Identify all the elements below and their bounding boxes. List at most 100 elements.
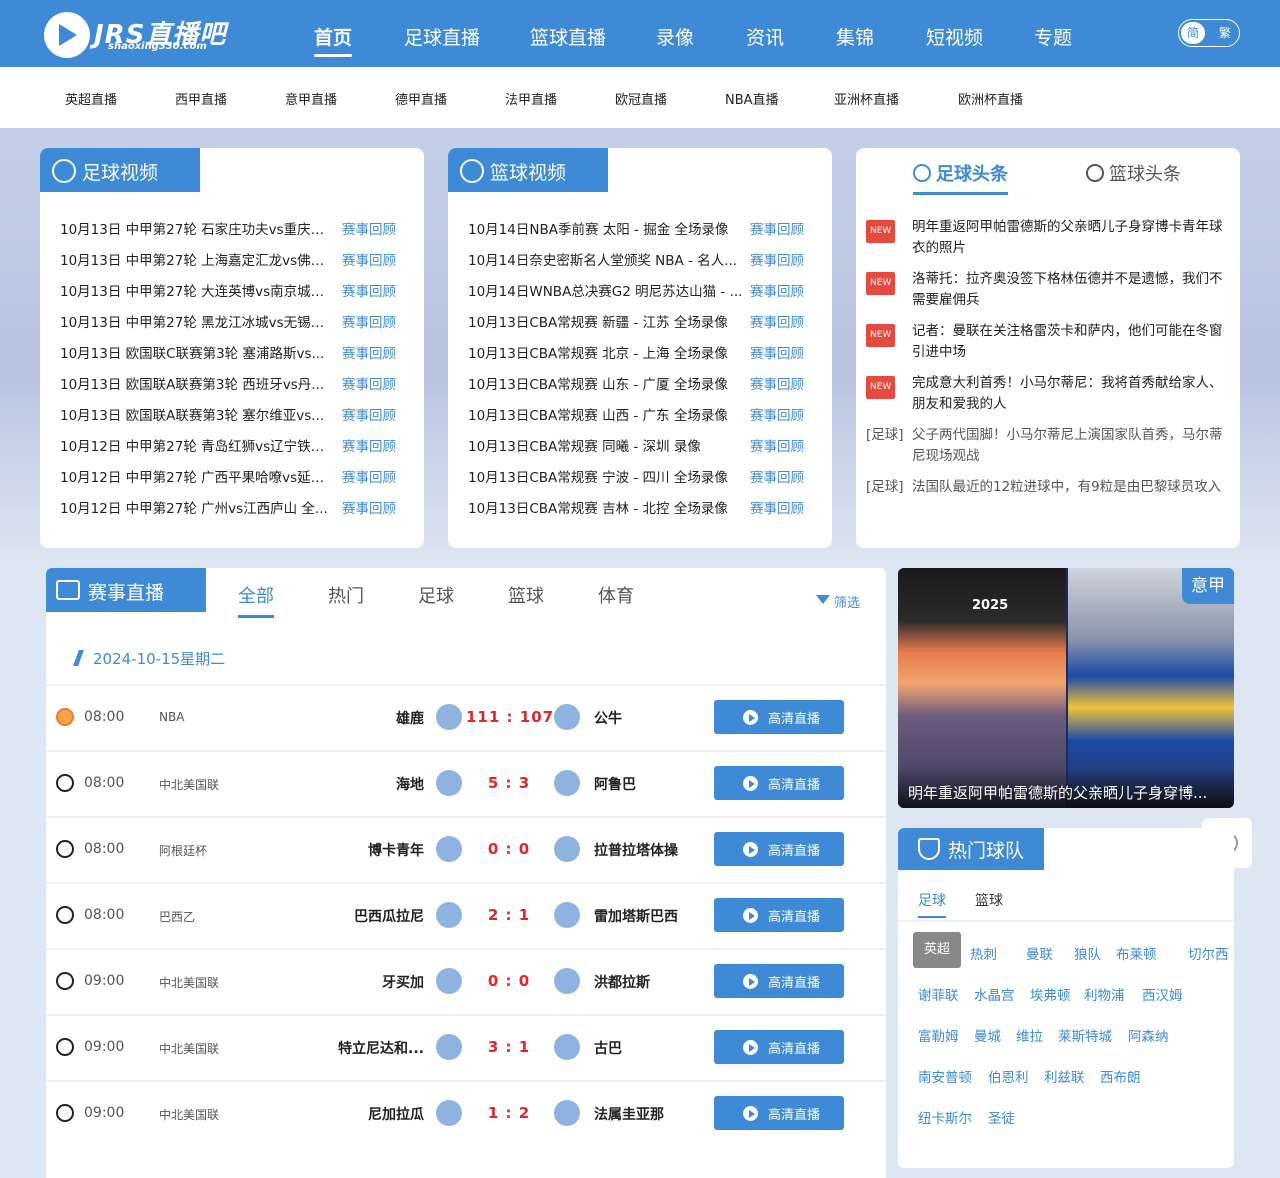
team-link[interactable]: 圣徒 (988, 1107, 1015, 1127)
football-video-row[interactable]: 10月12日 中甲第27轮 广州vs江西庐山 全... 赛事回顾 (60, 497, 396, 517)
replay-link[interactable]: 赛事回顾 (342, 408, 396, 424)
basketball-video-title[interactable]: 10月14日NBA季前赛 太阳 - 掘金 全场录像 (468, 218, 744, 238)
hot-tab-basketball[interactable]: 篮球 (975, 890, 1003, 910)
nav-basketball-live[interactable]: 篮球直播 (530, 23, 606, 50)
basketball-video-title[interactable]: 10月14日WNBA总决赛G2 明尼苏达山猫 - ... (468, 280, 744, 300)
basketball-video-title[interactable]: 10月13日CBA常规赛 山东 - 广厦 全场录像 (468, 373, 744, 393)
basketball-video-row[interactable]: 10月13日CBA常规赛 山东 - 广厦 全场录像 赛事回顾 (468, 373, 804, 393)
hd-live-button[interactable]: 高清直播 (714, 1030, 844, 1064)
football-video-row[interactable]: 10月13日 欧国联C联赛第3轮 塞浦路斯vs... 赛事回顾 (60, 342, 396, 362)
nav-topics[interactable]: 专题 (1034, 23, 1072, 50)
subnav-euro[interactable]: 欧洲杯直播 (958, 89, 1023, 108)
football-video-row[interactable]: 10月13日 欧国联A联赛第3轮 塞尔维亚vs... 赛事回顾 (60, 404, 396, 424)
team-link[interactable]: 西布朗 (1100, 1066, 1141, 1086)
hd-live-button[interactable]: 高清直播 (714, 1096, 844, 1130)
nav-short-video[interactable]: 短视频 (926, 23, 983, 50)
basketball-video-row[interactable]: 10月13日CBA常规赛 山西 - 广东 全场录像 赛事回顾 (468, 404, 804, 424)
subnav-seriea[interactable]: 意甲直播 (285, 89, 337, 108)
football-video-title[interactable]: 10月12日 中甲第27轮 广州vs江西庐山 全... (60, 497, 336, 517)
football-video-title[interactable]: 10月13日 欧国联A联赛第3轮 西班牙vs丹... (60, 373, 336, 393)
team-link[interactable]: 维拉 (1016, 1025, 1043, 1045)
replay-link[interactable]: 赛事回顾 (342, 346, 396, 362)
basketball-video-row[interactable]: 10月14日NBA季前赛 太阳 - 掘金 全场录像 赛事回顾 (468, 218, 804, 238)
team-link[interactable]: 布莱顿 (1116, 943, 1157, 963)
football-video-row[interactable]: 10月12日 中甲第27轮 广西平果哈嘹vs延边... 赛事回顾 (60, 466, 396, 486)
football-video-title[interactable]: 10月13日 中甲第27轮 石家庄功夫vs重庆铜... (60, 218, 336, 238)
subnav-epl[interactable]: 英超直播 (65, 89, 117, 108)
subnav-asian-cup[interactable]: 亚洲杯直播 (834, 89, 899, 108)
basketball-video-title[interactable]: 10月14日奈史密斯名人堂颁奖 NBA - 名人... (468, 249, 744, 269)
replay-link[interactable]: 赛事回顾 (750, 346, 804, 362)
football-video-title[interactable]: 10月12日 中甲第27轮 广西平果哈嘹vs延边... (60, 466, 336, 486)
replay-link[interactable]: 赛事回顾 (750, 284, 804, 300)
replay-link[interactable]: 赛事回顾 (342, 501, 396, 517)
team-link[interactable]: 埃弗顿 (1030, 984, 1071, 1004)
team-link[interactable]: 西汉姆 (1142, 984, 1183, 1004)
lang-traditional[interactable]: 繁 (1219, 24, 1231, 41)
headline-text[interactable]: 洛蒂托：拉齐奥没签下格林伍德并不是遗憾，我们不需要雇佣兵 (912, 269, 1230, 311)
replay-link[interactable]: 赛事回顾 (342, 439, 396, 455)
football-video-row[interactable]: 10月12日 中甲第27轮 青岛红狮vs辽宁铁人... 赛事回顾 (60, 435, 396, 455)
replay-link[interactable]: 赛事回顾 (750, 408, 804, 424)
football-video-title[interactable]: 10月13日 中甲第27轮 上海嘉定汇龙vs佛山... (60, 249, 336, 269)
filter-button[interactable]: 筛选 (816, 592, 860, 611)
team-link[interactable]: 阿森纳 (1128, 1025, 1169, 1045)
hd-live-button[interactable]: 高清直播 (714, 898, 844, 932)
replay-link[interactable]: 赛事回顾 (750, 222, 804, 238)
hd-live-button[interactable]: 高清直播 (714, 766, 844, 800)
basketball-video-row[interactable]: 10月13日CBA常规赛 宁波 - 四川 全场录像 赛事回顾 (468, 466, 804, 486)
subnav-nba[interactable]: NBA直播 (725, 89, 779, 108)
team-link[interactable]: 曼城 (974, 1025, 1001, 1045)
replay-link[interactable]: 赛事回顾 (342, 377, 396, 393)
basketball-video-row[interactable]: 10月14日奈史密斯名人堂颁奖 NBA - 名人... 赛事回顾 (468, 249, 804, 269)
basketball-video-title[interactable]: 10月13日CBA常规赛 宁波 - 四川 全场录像 (468, 466, 744, 486)
replay-link[interactable]: 赛事回顾 (750, 377, 804, 393)
tab-football-headlines[interactable]: 足球头条 (913, 160, 1008, 195)
replay-link[interactable]: 赛事回顾 (750, 439, 804, 455)
lang-simplified[interactable]: 简 (1181, 22, 1205, 44)
league-tag-epl[interactable]: 英超 (913, 932, 961, 968)
site-logo[interactable]: JRS直播吧 shaoxing330.com (44, 10, 225, 60)
language-switch[interactable]: 简 繁 (1178, 19, 1240, 47)
nav-highlights[interactable]: 集锦 (836, 23, 874, 50)
team-link[interactable]: 南安普顿 (918, 1066, 972, 1086)
headline-item[interactable]: [足球] 法国队最近的12粒进球中，有9粒是由巴黎球员攻入 (866, 477, 1230, 498)
tab-sports[interactable]: 体育 (598, 582, 634, 608)
team-link[interactable]: 富勒姆 (918, 1025, 959, 1045)
team-link[interactable]: 谢菲联 (918, 984, 959, 1004)
subnav-ligue1[interactable]: 法甲直播 (505, 89, 557, 108)
replay-link[interactable]: 赛事回顾 (342, 470, 396, 486)
basketball-video-row[interactable]: 10月13日CBA常规赛 同曦 - 深圳 录像 赛事回顾 (468, 435, 804, 455)
team-link[interactable]: 纽卡斯尔 (918, 1107, 972, 1127)
headline-text[interactable]: 记者：曼联在关注格雷茨卡和萨内，他们可能在冬窗引进中场 (912, 321, 1230, 363)
headline-text[interactable]: 父子两代国脚！小马尔蒂尼上演国家队首秀，马尔蒂尼现场观战 (912, 425, 1230, 467)
subnav-bundesliga[interactable]: 德甲直播 (395, 89, 447, 108)
football-video-row[interactable]: 10月13日 中甲第27轮 石家庄功夫vs重庆铜... 赛事回顾 (60, 218, 396, 238)
headline-item[interactable]: NEW 完成意大利首秀！小马尔蒂尼：我将首秀献给家人、朋友和爱我的人 (866, 373, 1230, 415)
replay-link[interactable]: 赛事回顾 (750, 315, 804, 331)
replay-link[interactable]: 赛事回顾 (750, 501, 804, 517)
basketball-video-title[interactable]: 10月13日CBA常规赛 吉林 - 北控 全场录像 (468, 497, 744, 517)
football-video-row[interactable]: 10月13日 中甲第27轮 上海嘉定汇龙vs佛山... 赛事回顾 (60, 249, 396, 269)
football-video-title[interactable]: 10月13日 中甲第27轮 黑龙江冰城vs无锡吴... (60, 311, 336, 331)
nav-news[interactable]: 资讯 (746, 23, 784, 50)
basketball-video-row[interactable]: 10月14日WNBA总决赛G2 明尼苏达山猫 - ... 赛事回顾 (468, 280, 804, 300)
team-link[interactable]: 水晶宫 (974, 984, 1015, 1004)
team-link[interactable]: 利物浦 (1084, 984, 1125, 1004)
replay-link[interactable]: 赛事回顾 (342, 253, 396, 269)
football-video-title[interactable]: 10月12日 中甲第27轮 青岛红狮vs辽宁铁人... (60, 435, 336, 455)
tab-hot[interactable]: 热门 (328, 582, 364, 608)
football-video-title[interactable]: 10月13日 欧国联A联赛第3轮 塞尔维亚vs... (60, 404, 336, 424)
hd-live-button[interactable]: 高清直播 (714, 964, 844, 998)
tab-all[interactable]: 全部 (238, 582, 274, 618)
subnav-ucl[interactable]: 欧冠直播 (615, 89, 667, 108)
headline-item[interactable]: NEW 洛蒂托：拉齐奥没签下格林伍德并不是遗憾，我们不需要雇佣兵 (866, 269, 1230, 311)
nav-home[interactable]: 首页 (314, 23, 353, 57)
football-video-title[interactable]: 10月13日 中甲第27轮 大连英博vs南京城市... (60, 280, 336, 300)
basketball-video-title[interactable]: 10月13日CBA常规赛 山西 - 广东 全场录像 (468, 404, 744, 424)
tab-basketball[interactable]: 篮球 (508, 582, 544, 608)
basketball-video-row[interactable]: 10月13日CBA常规赛 北京 - 上海 全场录像 赛事回顾 (468, 342, 804, 362)
news-banner[interactable]: 2025 意甲 明年重返阿甲帕雷德斯的父亲晒儿子身穿博... (898, 568, 1234, 808)
basketball-video-row[interactable]: 10月13日CBA常规赛 新疆 - 江苏 全场录像 赛事回顾 (468, 311, 804, 331)
team-link[interactable]: 莱斯特城 (1058, 1025, 1112, 1045)
